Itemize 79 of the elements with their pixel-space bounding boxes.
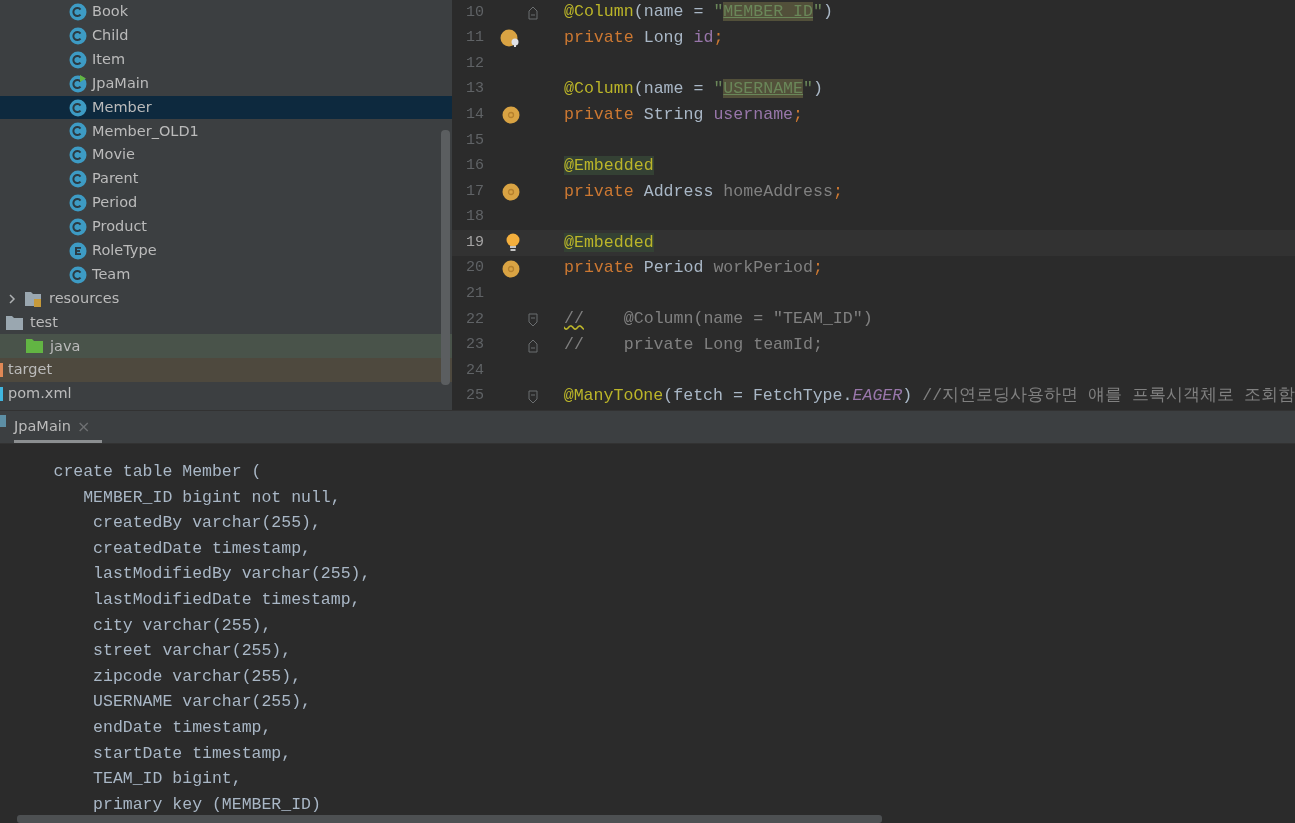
fold-icon — [528, 312, 538, 327]
line-number: 20 — [465, 258, 484, 279]
field-icon — [502, 182, 520, 201]
class-icon — [69, 146, 87, 165]
tree-item[interactable]: Member_OLD1 — [0, 119, 452, 144]
class-icon — [69, 265, 87, 284]
field-icon — [502, 106, 520, 125]
line-number: 22 — [465, 309, 484, 330]
console-line: lastModifiedBy varchar(255), — [92, 563, 372, 586]
tree-item[interactable]: Parent — [0, 167, 452, 192]
console-line: primary key (MEMBER_ID) — [92, 793, 322, 816]
console-line: endDate timestamp, — [92, 716, 273, 739]
tree-item[interactable]: Period — [0, 191, 452, 215]
line-number: 19 — [465, 232, 484, 253]
tree-item[interactable]: resources — [0, 286, 452, 311]
class-icon — [69, 26, 87, 45]
tree-item[interactable]: Movie — [0, 143, 452, 168]
tree-item[interactable]: Child — [0, 23, 452, 48]
console-line: createdBy varchar(255), — [92, 512, 322, 535]
fold-icon — [528, 338, 538, 353]
line-number: 13 — [465, 79, 484, 100]
console-line: TEAM_ID bigint, — [92, 768, 243, 791]
tree-item[interactable]: JpaMain — [0, 71, 452, 96]
code-line: // private Long teamId; — [564, 334, 823, 357]
tree-item[interactable]: RoleType — [0, 238, 452, 263]
scrollbar-thumb[interactable] — [441, 130, 450, 385]
code-line: @ManyToOne(fetch = FetchType.EAGER) //지연로딩사용하면 얘를 프록시객체로 조회함 — [563, 385, 1295, 408]
field-icon — [502, 259, 520, 278]
code-line: private Long id; — [564, 26, 724, 49]
fold-icon — [528, 5, 538, 20]
line-number: 11 — [465, 28, 484, 49]
console-line: USERNAME varchar(255), — [92, 691, 312, 714]
tree-item[interactable]: Team — [0, 262, 452, 287]
tree-item[interactable]: target — [0, 358, 452, 383]
resources-folder-icon — [24, 289, 44, 308]
class-icon — [69, 2, 87, 21]
fold-icon — [527, 389, 538, 404]
line-number: 23 — [465, 335, 484, 356]
line-number: 17 — [465, 181, 484, 202]
console-line: create table Member ( — [52, 461, 263, 483]
lightbulb-icon — [506, 233, 520, 254]
line-number: 14 — [465, 104, 484, 125]
tree-item[interactable]: Item — [0, 47, 452, 72]
tree-item[interactable]: java — [0, 334, 452, 359]
class-icon — [69, 217, 87, 236]
key-field-icon — [500, 29, 520, 48]
console-line: createdDate timestamp, — [92, 537, 312, 560]
code-line: // @Column(name = "TEAM_ID") — [564, 308, 873, 331]
console-line: MEMBER_ID bigint not null, — [82, 486, 342, 509]
line-number: 16 — [465, 156, 484, 177]
runnable-class-icon — [69, 74, 87, 93]
line-number: 10 — [465, 2, 484, 23]
line-number: 21 — [465, 284, 484, 305]
class-icon — [69, 98, 87, 117]
run-tab[interactable]: JpaMain × — [14, 414, 103, 443]
line-number: 15 — [465, 130, 484, 151]
line-number: 18 — [465, 207, 484, 228]
tree-item[interactable]: pom.xml — [0, 382, 452, 407]
console-line: lastModifiedDate timestamp, — [92, 588, 362, 611]
console-line: startDate timestamp, — [92, 742, 293, 765]
tree-item[interactable]: Book — [0, 0, 452, 24]
tree-item[interactable]: test — [0, 310, 452, 335]
enum-icon — [69, 241, 87, 260]
class-icon — [69, 122, 87, 141]
line-number: 25 — [464, 386, 484, 407]
tree-item[interactable]: Member — [0, 95, 452, 120]
code-line: private Period workPeriod; — [564, 257, 823, 280]
scrollbar-thumb[interactable] — [17, 815, 882, 823]
code-line: private String username; — [564, 103, 804, 126]
code-line: private Address homeAddress; — [564, 180, 843, 203]
class-icon — [69, 170, 87, 189]
tree-item[interactable]: Product — [0, 215, 452, 239]
class-icon — [69, 194, 87, 213]
console-line: city varchar(255), — [92, 614, 273, 637]
console-line: street varchar(255), — [92, 640, 293, 663]
class-icon — [69, 50, 87, 69]
line-number: 12 — [465, 53, 484, 74]
line-number: 24 — [465, 360, 484, 381]
console-line: zipcode varchar(255), — [92, 665, 303, 688]
